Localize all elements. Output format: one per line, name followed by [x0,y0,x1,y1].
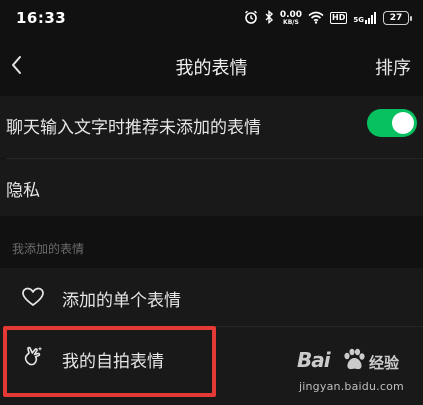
alarm-icon [244,9,258,28]
list-item-label: 添加的单个表情 [62,291,181,311]
watermark-suffix: 经验 [369,354,400,372]
privacy-label: 隐私 [6,181,40,201]
list-item-single-stickers[interactable]: 添加的单个表情 [0,268,423,326]
status-icons: 0.00 KB/S HD 5G 27 [244,8,412,28]
toggle-knob [392,112,414,134]
section-header: 我添加的表情 [0,216,423,268]
baidu-jingyan-watermark: Bai 经验 jingyan.baidu.com [297,346,409,402]
nav-bar: 我的表情 排序 [0,36,423,96]
status-time: 16:33 [16,9,67,27]
privacy-row[interactable]: 隐私 [0,159,423,216]
watermark-url: jingyan.baidu.com [299,380,404,393]
signal-label: 5G [353,16,364,24]
hd-badge: HD [330,12,348,24]
recommend-setting-label: 聊天输入文字时推荐未添加的表情 [6,118,261,138]
paw-logo-icon [344,348,365,370]
network-speed-unit: KB/S [283,18,299,26]
signal-bars-icon [365,12,376,24]
bluetooth-icon [264,9,274,28]
section-title: 我添加的表情 [12,242,85,256]
sort-button[interactable]: 排序 [375,54,411,80]
selfie-hand-icon [24,346,43,366]
battery-indicator: 27 [383,11,412,25]
network-speed: 0.00 KB/S [280,10,302,26]
cell-signal: 5G [353,12,377,24]
status-bar: 16:33 0.00 KB/S HD 5G 27 [0,0,423,36]
heart-icon [22,287,44,306]
recommend-toggle[interactable] [367,109,417,137]
wifi-icon [308,9,324,28]
watermark-brand: Bai [297,348,331,372]
list-item-label: 我的自拍表情 [62,352,164,372]
page-title: 我的表情 [175,58,248,79]
recommend-setting-row: 聊天输入文字时推荐未添加的表情 [0,96,423,158]
